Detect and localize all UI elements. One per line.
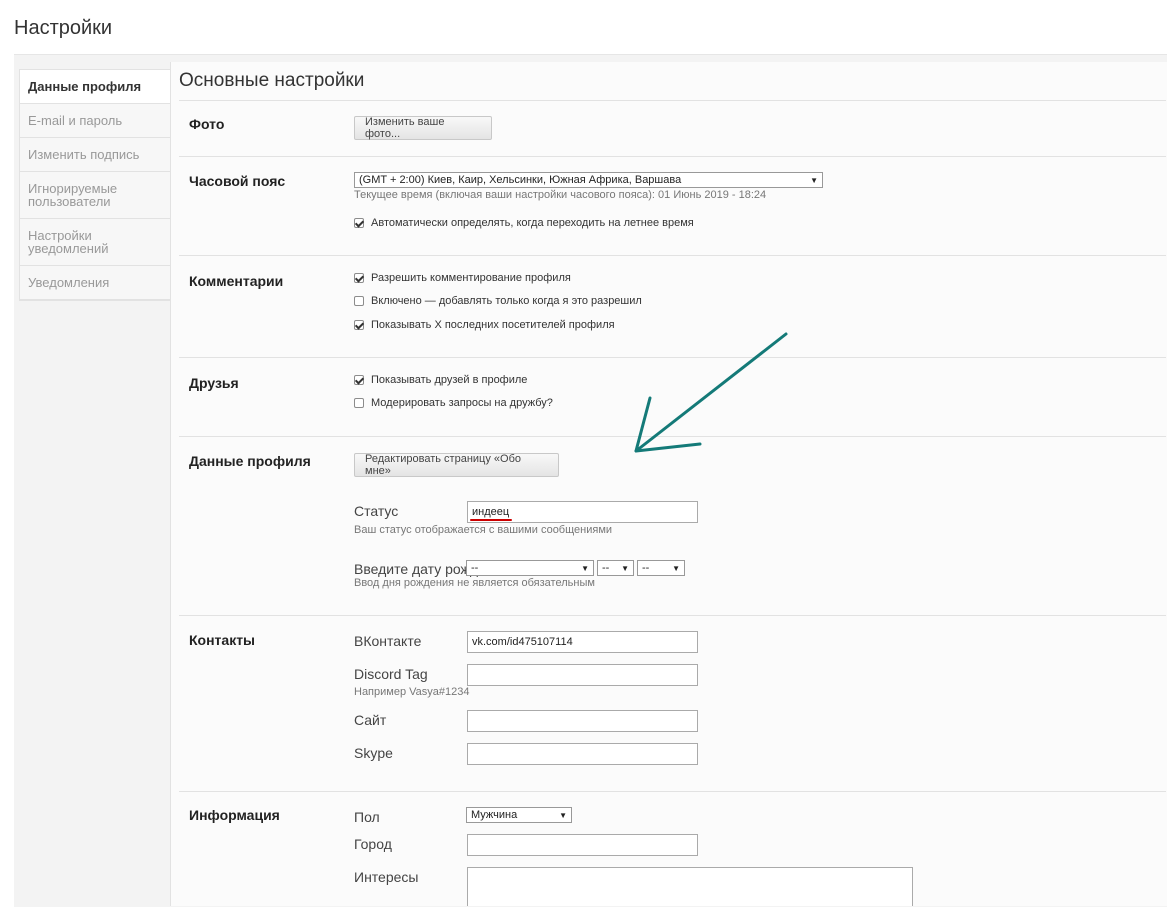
chevron-down-icon: ▼ xyxy=(672,563,680,573)
sidebar-item-notifications[interactable]: Уведомления xyxy=(20,266,171,300)
annotation-arrow-shape xyxy=(634,332,788,453)
comments-moderate-checkbox[interactable] xyxy=(354,296,364,306)
divider xyxy=(179,255,1166,256)
status-underline-annotation xyxy=(470,519,512,521)
divider xyxy=(179,100,1166,101)
sidebar-item-label: Уведомления xyxy=(28,275,110,290)
vk-label: ВКонтакте xyxy=(354,633,422,649)
option-label: Разрешить комментирование профиля xyxy=(371,272,571,284)
photo-label: Фото xyxy=(189,116,225,132)
gender-label: Пол xyxy=(354,809,380,825)
profile-data-label: Данные профиля xyxy=(189,453,311,469)
sidebar-item-profile-data[interactable]: Данные профиля xyxy=(20,70,171,104)
timezone-select-value: (GMT + 2:00) Киев, Каир, Хельсинки, Южна… xyxy=(359,174,682,186)
chevron-down-icon: ▼ xyxy=(559,810,567,820)
divider xyxy=(179,791,1166,792)
friends-option-moderate[interactable]: Модерировать запросы на дружбу? xyxy=(354,397,553,409)
city-input[interactable] xyxy=(467,834,698,856)
annotation-arrow-icon xyxy=(634,332,788,453)
discord-input[interactable] xyxy=(467,664,698,686)
comments-option-allow[interactable]: Разрешить комментирование профиля xyxy=(354,272,571,284)
vk-value: vk.com/id475107114 xyxy=(472,636,573,648)
page-title: Настройки xyxy=(14,17,113,39)
option-label: Включено — добавлять только когда я это … xyxy=(371,295,642,307)
sidebar-item-email-password[interactable]: E-mail и пароль xyxy=(20,104,171,138)
interests-label: Интересы xyxy=(354,869,419,885)
main-content: Основные настройки Фото Изменить ваше фо… xyxy=(170,62,1167,906)
dst-option[interactable]: Автоматически определять, когда переходи… xyxy=(354,217,694,229)
status-value: индеец xyxy=(472,506,510,518)
sidebar-item-signature[interactable]: Изменить подпись xyxy=(20,138,171,172)
timezone-hint: Текущее время (включая ваши настройки ча… xyxy=(354,189,767,201)
sidebar-item-label: Изменить подпись xyxy=(28,147,140,162)
change-photo-button[interactable]: Изменить ваше фото... xyxy=(354,116,492,140)
status-label: Статус xyxy=(354,503,399,519)
skype-label: Skype xyxy=(354,745,393,761)
option-label: Показывать X последних посетителей профи… xyxy=(371,319,615,331)
option-label: Модерировать запросы на дружбу? xyxy=(371,397,553,409)
comments-allow-checkbox[interactable] xyxy=(354,273,364,283)
birthday-day-select[interactable]: -- ▼ xyxy=(466,560,594,576)
chevron-down-icon: ▼ xyxy=(621,563,629,573)
comments-option-visitors[interactable]: Показывать X последних посетителей профи… xyxy=(354,319,615,331)
vk-input[interactable]: vk.com/id475107114 xyxy=(467,631,698,653)
chevron-down-icon: ▼ xyxy=(581,563,589,573)
friends-label: Друзья xyxy=(189,375,239,391)
edit-about-me-button[interactable]: Редактировать страницу «Обо мне» xyxy=(354,453,559,477)
dst-checkbox[interactable] xyxy=(354,218,364,228)
birthday-hint: Ввод дня рождения не является обязательн… xyxy=(354,577,595,589)
birthday-day-value: -- xyxy=(471,562,479,574)
timezone-select[interactable]: (GMT + 2:00) Киев, Каир, Хельсинки, Южна… xyxy=(354,172,823,188)
dst-label: Автоматически определять, когда переходи… xyxy=(371,217,694,229)
birthday-year-select[interactable]: -- ▼ xyxy=(637,560,685,576)
sidebar: Данные профиля E-mail и пароль Изменить … xyxy=(19,69,171,301)
chevron-down-icon: ▼ xyxy=(810,175,818,185)
timezone-label: Часовой пояс xyxy=(189,173,286,189)
sidebar-item-ignored-users[interactable]: Игнорируемые пользователи xyxy=(20,172,171,219)
comments-visitors-checkbox[interactable] xyxy=(354,320,364,330)
comments-option-moderate[interactable]: Включено — добавлять только когда я это … xyxy=(354,295,642,307)
sidebar-item-notification-settings[interactable]: Настройки уведомлений xyxy=(20,219,171,266)
option-label: Показывать друзей в профиле xyxy=(371,374,528,386)
city-label: Город xyxy=(354,836,392,852)
gender-value: Мужчина xyxy=(471,809,518,821)
birthday-year-value: -- xyxy=(642,562,650,574)
sidebar-item-label: Настройки уведомлений xyxy=(28,228,109,256)
info-label: Информация xyxy=(189,807,280,823)
comments-label: Комментарии xyxy=(189,273,284,289)
site-label: Сайт xyxy=(354,712,387,728)
sidebar-item-label: Игнорируемые пользователи xyxy=(28,181,118,209)
divider xyxy=(179,615,1166,616)
divider xyxy=(179,156,1166,157)
skype-input[interactable] xyxy=(467,743,698,765)
gender-select[interactable]: Мужчина ▼ xyxy=(466,807,572,823)
discord-label: Discord Tag xyxy=(354,666,428,682)
friends-option-show[interactable]: Показывать друзей в профиле xyxy=(354,374,527,386)
birthday-month-value: -- xyxy=(602,562,610,574)
birthday-month-select[interactable]: -- ▼ xyxy=(597,560,634,576)
friends-show-checkbox[interactable] xyxy=(354,375,364,385)
status-hint: Ваш статус отображается с вашими сообщен… xyxy=(354,524,613,536)
friends-moderate-checkbox[interactable] xyxy=(354,398,364,408)
sidebar-item-label: Данные профиля xyxy=(28,79,142,94)
discord-hint: Например Vasya#1234 xyxy=(354,686,470,698)
section-title: Основные настройки xyxy=(179,70,365,91)
sidebar-item-label: E-mail и пароль xyxy=(28,113,123,128)
interests-textarea[interactable] xyxy=(467,867,913,906)
contacts-label: Контакты xyxy=(189,632,256,648)
site-input[interactable] xyxy=(467,710,698,732)
